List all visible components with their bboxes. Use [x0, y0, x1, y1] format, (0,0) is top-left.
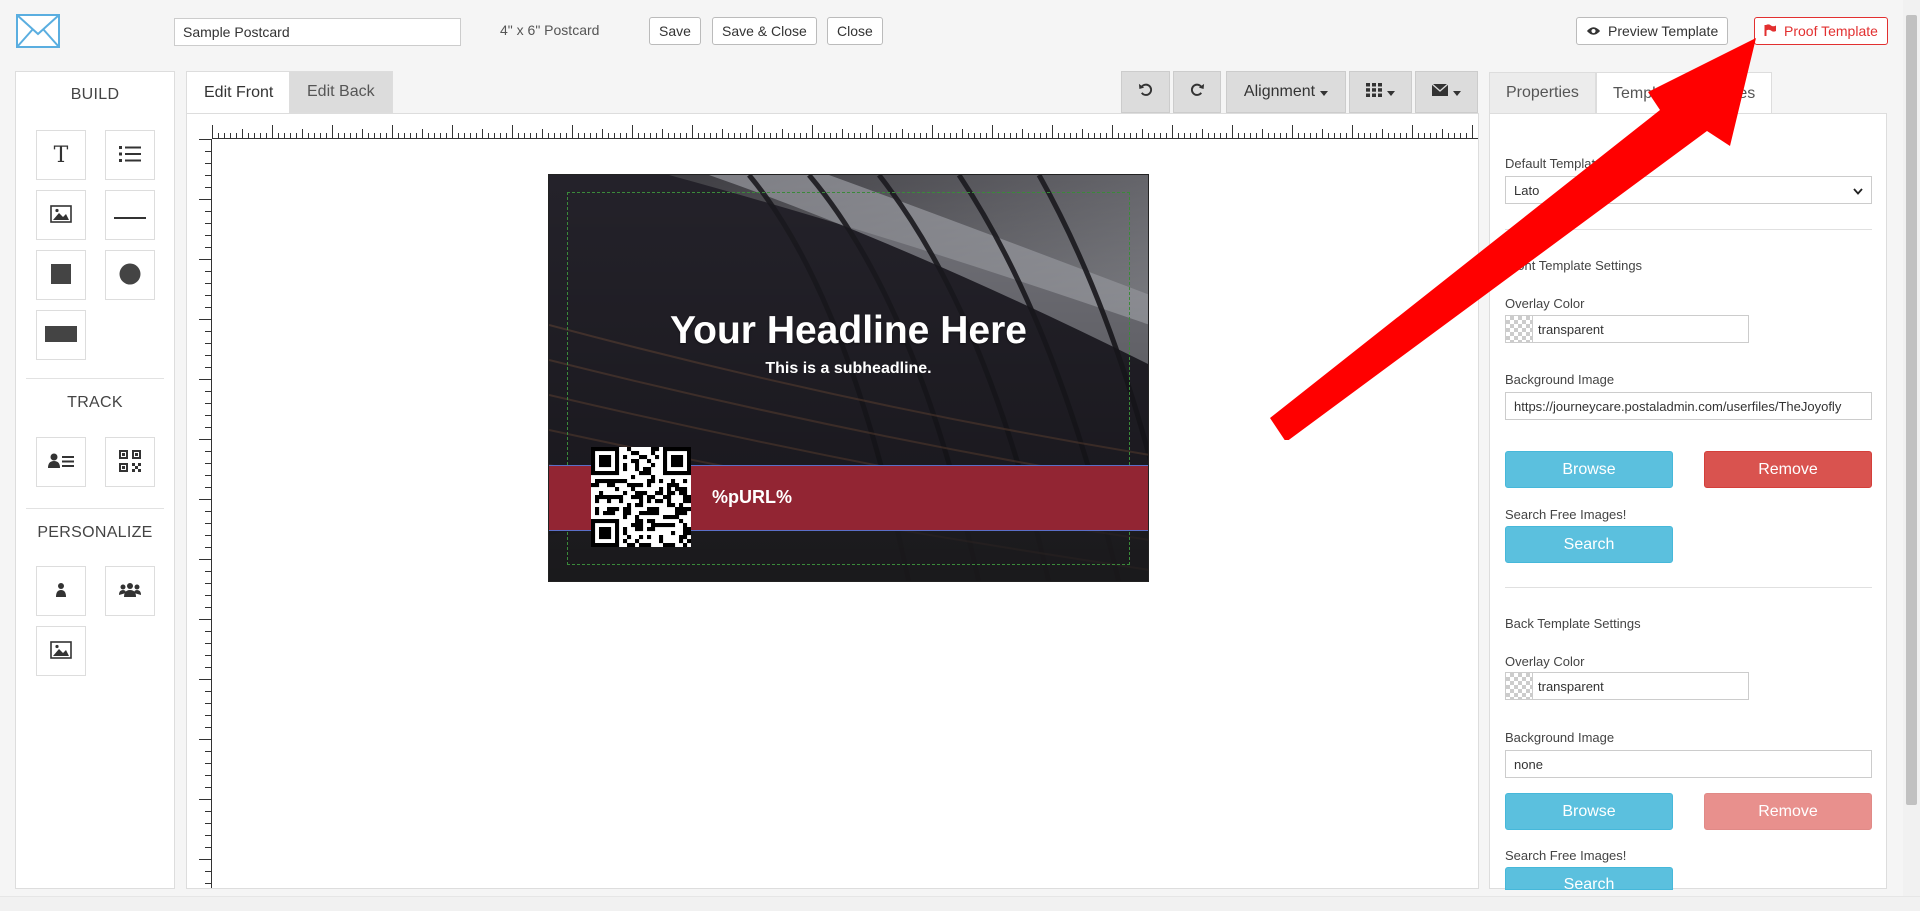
- image-icon: [50, 204, 72, 226]
- purl-text[interactable]: %pURL%: [712, 487, 792, 508]
- text-tool[interactable]: T: [36, 130, 86, 180]
- divider: [1505, 229, 1872, 230]
- design-canvas[interactable]: Your Headline Here This is a subheadline…: [186, 113, 1479, 889]
- proof-template-label: Proof Template: [1784, 23, 1878, 39]
- rectangle-icon: [45, 325, 77, 345]
- back-remove-button[interactable]: Remove: [1704, 793, 1872, 830]
- mail-dropdown[interactable]: [1415, 71, 1478, 113]
- group-tool[interactable]: [105, 566, 155, 616]
- page-vertical-scrollbar-thumb[interactable]: [1906, 15, 1917, 805]
- chevron-down-icon: [1853, 183, 1863, 198]
- text-icon: T: [53, 142, 69, 168]
- postcard-size-label: 4" x 6" Postcard: [500, 22, 600, 38]
- close-button[interactable]: Close: [827, 17, 883, 45]
- app-logo-envelope-icon[interactable]: [16, 14, 60, 48]
- alignment-dropdown[interactable]: Alignment: [1226, 71, 1346, 113]
- line-tool[interactable]: [105, 190, 155, 240]
- front-search-button[interactable]: Search: [1505, 526, 1673, 563]
- qr-code-icon: [119, 449, 141, 475]
- image-icon: [50, 640, 72, 662]
- contact-card-icon: [48, 453, 74, 472]
- divider: [1505, 587, 1872, 588]
- front-overlay-color-swatch[interactable]: [1505, 315, 1533, 343]
- tab-properties[interactable]: Properties: [1489, 72, 1596, 114]
- caret-down-icon: [1320, 83, 1329, 101]
- square-icon: [51, 263, 71, 287]
- contact-card-tool[interactable]: [36, 437, 86, 487]
- front-overlay-color-input[interactable]: transparent: [1532, 315, 1749, 343]
- person-icon: [56, 582, 66, 600]
- default-font-label: Default Template Font: [1505, 156, 1632, 171]
- qr-code-image[interactable]: [591, 447, 691, 547]
- envelope-icon: [1431, 83, 1449, 101]
- tab-template-properties[interactable]: Template Properties: [1596, 72, 1773, 115]
- default-font-value: Lato: [1514, 182, 1540, 198]
- front-settings-title: Front Template Settings: [1505, 258, 1643, 273]
- rectangle-tool[interactable]: [36, 310, 86, 360]
- image-tool[interactable]: [36, 626, 86, 676]
- front-search-free-images-label: Search Free Images!: [1505, 507, 1627, 522]
- back-search-button[interactable]: Search: [1505, 867, 1673, 893]
- back-overlay-color-input[interactable]: transparent: [1532, 672, 1749, 700]
- image-tool[interactable]: [36, 190, 86, 240]
- line-icon: [114, 207, 146, 223]
- back-browse-button[interactable]: Browse: [1505, 793, 1673, 830]
- grid-dropdown[interactable]: [1349, 71, 1412, 113]
- redo-icon: [1190, 82, 1205, 102]
- alignment-label: Alignment: [1243, 83, 1316, 100]
- eye-icon: [1586, 23, 1601, 39]
- personalize-section-title: PERSONALIZE: [37, 524, 153, 541]
- vertical-ruler: [199, 139, 212, 888]
- person-tool[interactable]: [36, 566, 86, 616]
- postcard-subheadline[interactable]: This is a subheadline.: [549, 360, 1148, 378]
- postcard-headline[interactable]: Your Headline Here: [549, 309, 1148, 353]
- tab-edit-front[interactable]: Edit Front: [186, 71, 292, 114]
- preview-template-button[interactable]: Preview Template: [1576, 17, 1729, 45]
- default-font-select[interactable]: Lato: [1505, 176, 1872, 204]
- front-background-image-label: Background Image: [1505, 372, 1615, 387]
- undo-button[interactable]: [1121, 71, 1170, 113]
- list-icon: [119, 145, 141, 165]
- preview-template-label: Preview Template: [1608, 23, 1719, 39]
- back-background-image-label: Background Image: [1505, 730, 1615, 745]
- square-tool[interactable]: [36, 250, 86, 300]
- divider: [26, 508, 164, 509]
- back-search-free-images-label: Search Free Images!: [1505, 848, 1627, 863]
- back-settings-title: Back Template Settings: [1505, 616, 1641, 631]
- caret-down-icon: [1453, 83, 1461, 101]
- grid-icon: [1366, 82, 1382, 102]
- group-icon: [119, 582, 141, 600]
- back-overlay-color-label: Overlay Color: [1505, 654, 1585, 669]
- template-properties-panel: Default Template Font Lato Front Templat…: [1489, 113, 1887, 893]
- save-button[interactable]: Save: [649, 17, 701, 45]
- build-section-title: BUILD: [70, 86, 120, 103]
- circle-icon: [119, 263, 141, 288]
- front-overlay-color-label: Overlay Color: [1505, 296, 1585, 311]
- back-background-image-input[interactable]: none: [1505, 750, 1872, 778]
- template-name-input[interactable]: [174, 18, 461, 46]
- circle-tool[interactable]: [105, 250, 155, 300]
- horizontal-ruler: [212, 125, 1478, 139]
- front-remove-button[interactable]: Remove: [1704, 451, 1872, 488]
- postcard-front[interactable]: Your Headline Here This is a subheadline…: [548, 174, 1149, 582]
- page-horizontal-scrollbar[interactable]: [0, 896, 1920, 911]
- front-background-image-input[interactable]: https://journeycare.postaladmin.com/user…: [1505, 392, 1872, 420]
- caret-down-icon: [1387, 83, 1395, 101]
- build-panel: BUILD T TRACK PERSONALIZE: [15, 71, 175, 889]
- tab-edit-back[interactable]: Edit Back: [289, 71, 393, 113]
- save-and-close-button[interactable]: Save & Close: [712, 17, 817, 45]
- divider: [26, 378, 164, 379]
- list-tool[interactable]: [105, 130, 155, 180]
- back-overlay-color-swatch[interactable]: [1505, 672, 1533, 700]
- redo-button[interactable]: [1173, 71, 1221, 113]
- undo-icon: [1138, 82, 1153, 102]
- front-browse-button[interactable]: Browse: [1505, 451, 1673, 488]
- track-section-title: TRACK: [67, 394, 123, 411]
- qr-code-tool[interactable]: [105, 437, 155, 487]
- flag-icon: [1764, 23, 1777, 39]
- proof-template-button[interactable]: Proof Template: [1754, 17, 1888, 45]
